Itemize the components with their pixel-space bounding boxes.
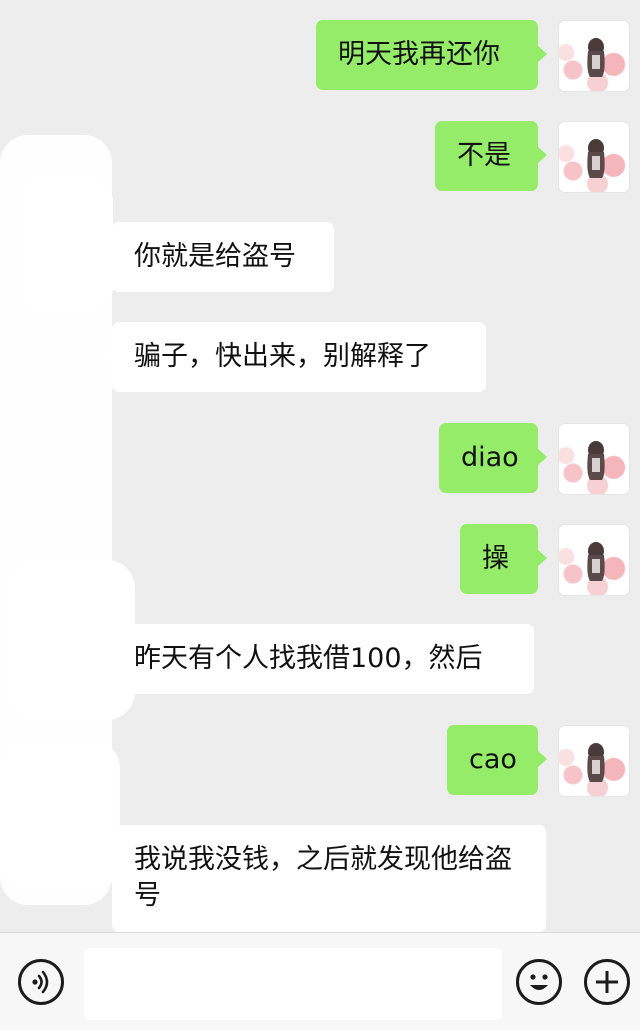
- received-message-bubble[interactable]: 你就是给盗号: [103, 222, 334, 292]
- more-button[interactable]: [584, 959, 630, 1005]
- emoji-button[interactable]: [516, 959, 562, 1005]
- received-message-bubble[interactable]: 骗子，快出来，别解释了: [103, 322, 486, 392]
- avatar-figure-icon: [587, 139, 605, 178]
- message-input[interactable]: [84, 948, 502, 1020]
- avatar-figure-icon: [587, 542, 605, 581]
- redaction-smear: [0, 740, 120, 890]
- my-avatar[interactable]: [558, 725, 630, 797]
- emoji-icon: [530, 974, 548, 990]
- chat-area[interactable]: 明天我再还你 不是 你就是给盗号 骗子，快出来，别解释了 diao 操 昨天有个…: [0, 0, 640, 932]
- sent-message-bubble[interactable]: 明天我再还你: [316, 20, 547, 90]
- voice-icon: [32, 970, 49, 994]
- my-avatar[interactable]: [558, 423, 630, 495]
- my-avatar[interactable]: [558, 524, 630, 596]
- sent-message-bubble[interactable]: diao: [439, 423, 547, 493]
- sent-message-bubble[interactable]: 不是: [435, 121, 547, 191]
- input-bar: [0, 932, 640, 1030]
- voice-button[interactable]: [18, 959, 64, 1005]
- received-message-bubble[interactable]: 昨天有个人找我借100，然后: [103, 624, 534, 694]
- my-avatar[interactable]: [558, 20, 630, 92]
- avatar-figure-icon: [587, 743, 605, 782]
- redaction-smear: [18, 175, 113, 315]
- sent-message-bubble[interactable]: cao: [447, 725, 547, 795]
- my-avatar[interactable]: [558, 121, 630, 193]
- received-message-bubble[interactable]: 我说我没钱，之后就发现他给盗号: [103, 825, 546, 932]
- avatar-figure-icon: [587, 441, 605, 480]
- sent-message-bubble[interactable]: 操: [460, 524, 547, 594]
- avatar-figure-icon: [587, 38, 605, 77]
- plus-icon: [596, 971, 618, 993]
